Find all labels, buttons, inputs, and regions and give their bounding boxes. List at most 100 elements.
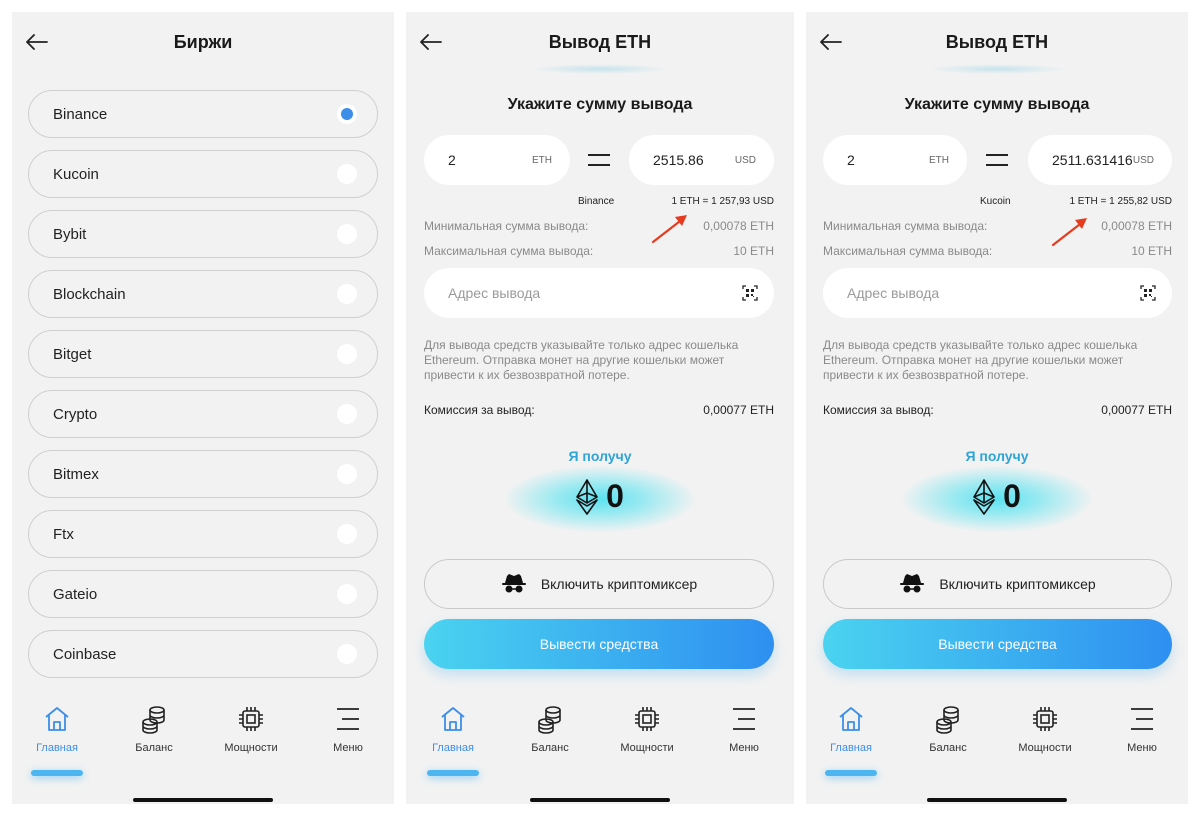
exchange-name: Binance (578, 196, 615, 207)
exchange-label: Crypto (53, 405, 98, 423)
radio-selected-icon[interactable] (337, 104, 357, 124)
nav-balance[interactable]: Баланс (505, 704, 595, 754)
top-bar: Биржи (12, 12, 394, 72)
nav-balance[interactable]: Баланс (109, 704, 199, 754)
qr-code-icon[interactable] (742, 285, 758, 301)
usd-amount-input[interactable]: 2511.631416 USD (1028, 135, 1172, 185)
address-input[interactable]: Адрес вывода (823, 268, 1172, 318)
qr-code-icon[interactable] (1140, 285, 1156, 301)
radio-icon[interactable] (337, 464, 357, 484)
radio-icon[interactable] (337, 644, 357, 664)
nav-power[interactable]: Мощности (206, 704, 296, 754)
min-amount-label: Минимальная сумма вывода: (424, 219, 589, 233)
nav-menu[interactable]: Меню (303, 704, 393, 754)
menu-icon (733, 708, 755, 730)
usd-amount-value: 2511.631416 (1052, 152, 1133, 168)
home-indicator (530, 798, 670, 802)
chip-icon (1033, 707, 1057, 731)
exchange-item-crypto[interactable]: Crypto (28, 390, 378, 438)
radio-icon[interactable] (337, 164, 357, 184)
max-amount-row: Максимальная сумма вывода: 10 ETH (823, 244, 1172, 258)
exchange-rate: 1 ETH = 1 257,93 USD (671, 196, 774, 207)
exchange-label: Bitget (53, 345, 92, 363)
fee-label: Комиссия за вывод: (424, 403, 535, 417)
top-bar: Вывод ETH (806, 12, 1188, 72)
crypto-mixer-button[interactable]: Включить криптомиксер (424, 559, 774, 609)
nav-home[interactable]: Главная (408, 704, 498, 754)
fee-value: 0,00077 ETH (1101, 403, 1172, 417)
nav-menu-label: Меню (729, 742, 759, 754)
exchange-item-coinbase[interactable]: Coinbase (28, 630, 378, 678)
receive-label: Я получу (568, 448, 632, 464)
exchange-item-bitmex[interactable]: Bitmex (28, 450, 378, 498)
radio-icon[interactable] (337, 224, 357, 244)
max-amount-row: Максимальная сумма вывода: 10 ETH (424, 244, 774, 258)
max-amount-value: 10 ETH (1131, 244, 1172, 258)
nav-home[interactable]: Главная (12, 704, 102, 754)
radio-icon[interactable] (337, 524, 357, 544)
exchange-item-gateio[interactable]: Gateio (28, 570, 378, 618)
exchange-rate: 1 ETH = 1 255,82 USD (1069, 196, 1172, 207)
nav-balance[interactable]: Баланс (903, 704, 993, 754)
nav-home[interactable]: Главная (806, 704, 896, 754)
bottom-nav: Главная Баланс Мощности Меню (806, 704, 1188, 776)
nav-power[interactable]: Мощности (602, 704, 692, 754)
withdraw-button[interactable]: Вывести средства (823, 619, 1172, 669)
receive-value: 0 (606, 478, 624, 514)
spy-icon (501, 574, 526, 593)
exchange-item-kucoin[interactable]: Kucoin (28, 150, 378, 198)
nav-power[interactable]: Мощности (1000, 704, 1090, 754)
eth-amount-input[interactable]: 2 ETH (823, 135, 967, 185)
withdraw-label: Вывести средства (539, 636, 659, 652)
radio-icon[interactable] (337, 344, 357, 364)
page-title: Вывод ETH (945, 32, 1049, 52)
exchange-label: Bybit (53, 225, 87, 243)
active-tab-indicator (31, 770, 83, 776)
equals-icon (986, 152, 1008, 168)
menu-icon (1131, 708, 1153, 730)
fee-row: Комиссия за вывод: 0,00077 ETH (424, 403, 774, 417)
coins-icon (936, 706, 959, 734)
address-input[interactable]: Адрес вывода (424, 268, 774, 318)
exchange-item-binance[interactable]: Binance (28, 90, 378, 138)
chip-icon (635, 707, 659, 731)
page-title: Биржи (173, 32, 233, 52)
exchange-label: Binance (53, 105, 108, 123)
nav-power-label: Мощности (620, 742, 674, 754)
eth-amount-value: 2 (847, 152, 855, 168)
menu-icon (337, 708, 359, 730)
ethereum-icon (576, 478, 598, 515)
exchange-label: Ftx (53, 525, 74, 543)
exchange-item-ftx[interactable]: Ftx (28, 510, 378, 558)
max-amount-label: Максимальная сумма вывода: (424, 244, 594, 258)
radio-icon[interactable] (337, 284, 357, 304)
exchange-item-bitget[interactable]: Bitget (28, 330, 378, 378)
fee-row: Комиссия за вывод: 0,00077 ETH (823, 403, 1172, 417)
usd-amount-input[interactable]: 2515.86 USD (629, 135, 774, 185)
usd-amount-value: 2515.86 (653, 152, 704, 168)
ethereum-icon (973, 478, 995, 515)
max-amount-value: 10 ETH (733, 244, 774, 258)
usd-unit: USD (1132, 154, 1154, 166)
nav-power-label: Мощности (224, 742, 278, 754)
max-amount-label: Максимальная сумма вывода: (823, 244, 993, 258)
crypto-mixer-button[interactable]: Включить криптомиксер (823, 559, 1172, 609)
equals-icon (588, 152, 610, 168)
exchanges-screen: Биржи Binance Kucoin Bybit Blockchain Bi… (12, 12, 394, 804)
nav-home-label: Главная (432, 742, 474, 754)
active-tab-indicator (427, 770, 479, 776)
page-title: Вывод ETH (548, 32, 652, 52)
eth-amount-input[interactable]: 2 ETH (424, 135, 570, 185)
radio-icon[interactable] (337, 404, 357, 424)
radio-icon[interactable] (337, 584, 357, 604)
active-tab-indicator (825, 770, 877, 776)
exchange-item-blockchain[interactable]: Blockchain (28, 270, 378, 318)
exchange-name: Kucoin (980, 196, 1011, 207)
exchange-item-bybit[interactable]: Bybit (28, 210, 378, 258)
withdraw-label: Вывести средства (938, 636, 1057, 652)
nav-menu[interactable]: Меню (1097, 704, 1187, 754)
min-amount-label: Минимальная сумма вывода: (823, 219, 988, 233)
nav-menu[interactable]: Меню (699, 704, 789, 754)
header-glow (530, 64, 670, 74)
withdraw-button[interactable]: Вывести средства (424, 619, 774, 669)
